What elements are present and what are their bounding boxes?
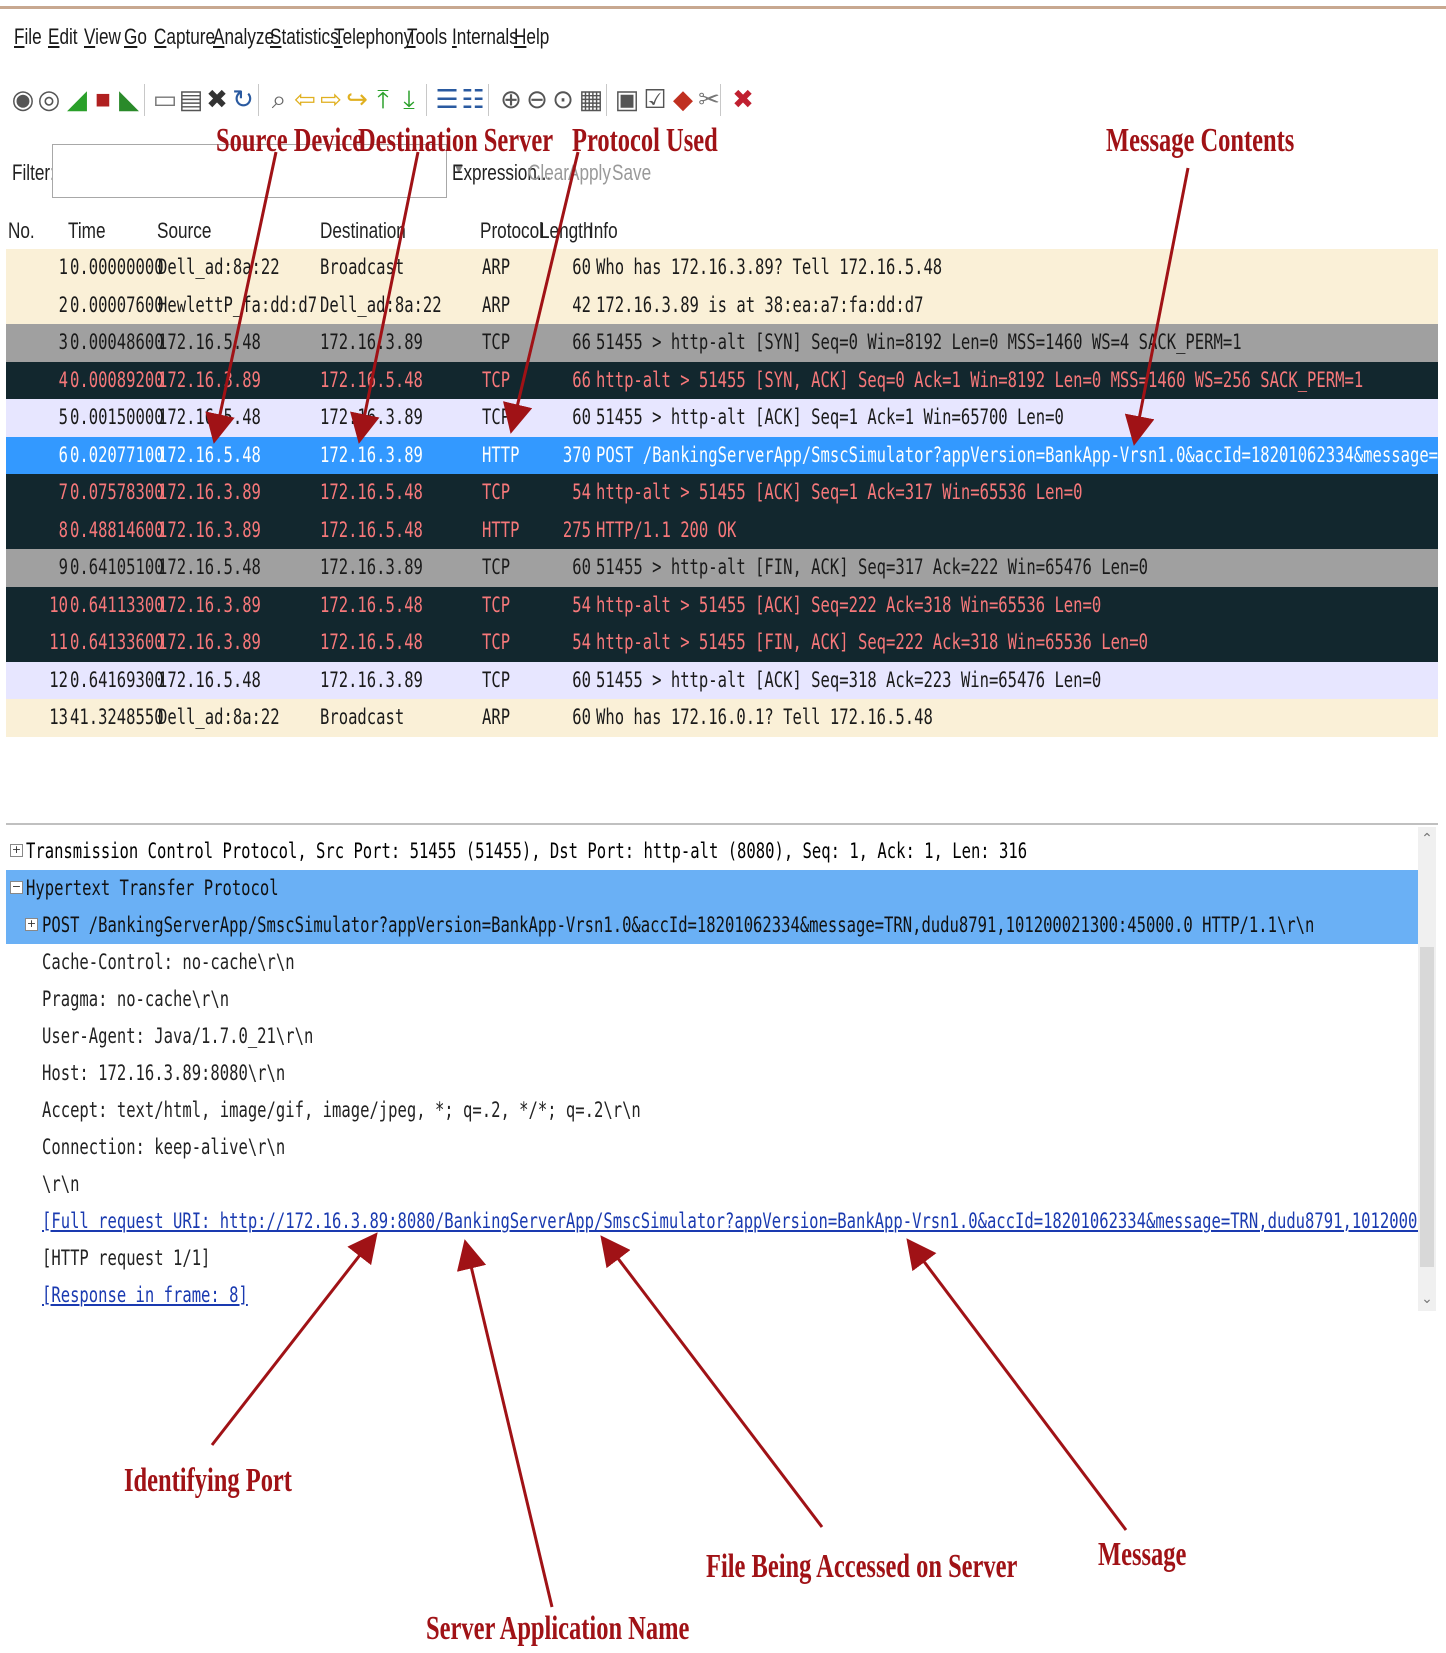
annotation-file-being-accessed: File Being Accessed on Server: [706, 1548, 1018, 1585]
arrow-server-application-name: [456, 1239, 554, 1608]
annotation-destination-server: Destination Server: [358, 122, 554, 159]
annotation-message: Message: [1098, 1536, 1187, 1573]
arrow-source-device: [205, 151, 278, 444]
arrow-protocol-used: [502, 151, 580, 434]
arrow-message: [906, 1238, 1128, 1531]
arrow-destination-server: [350, 151, 420, 444]
annotation-protocol-used: Protocol Used: [572, 122, 718, 159]
annotation-server-application-name: Server Application Name: [426, 1610, 690, 1647]
annotation-arrows: [205, 151, 1190, 1608]
arrow-message-contents: [1124, 167, 1190, 446]
arrow-file-being-accessed: [600, 1235, 824, 1528]
annotation-identifying-port: Identifying Port: [124, 1462, 292, 1499]
annotation-message-contents: Message Contents: [1106, 122, 1295, 159]
annotation-source-device: Source Device: [216, 122, 364, 159]
arrow-identifying-port: [210, 1232, 378, 1446]
